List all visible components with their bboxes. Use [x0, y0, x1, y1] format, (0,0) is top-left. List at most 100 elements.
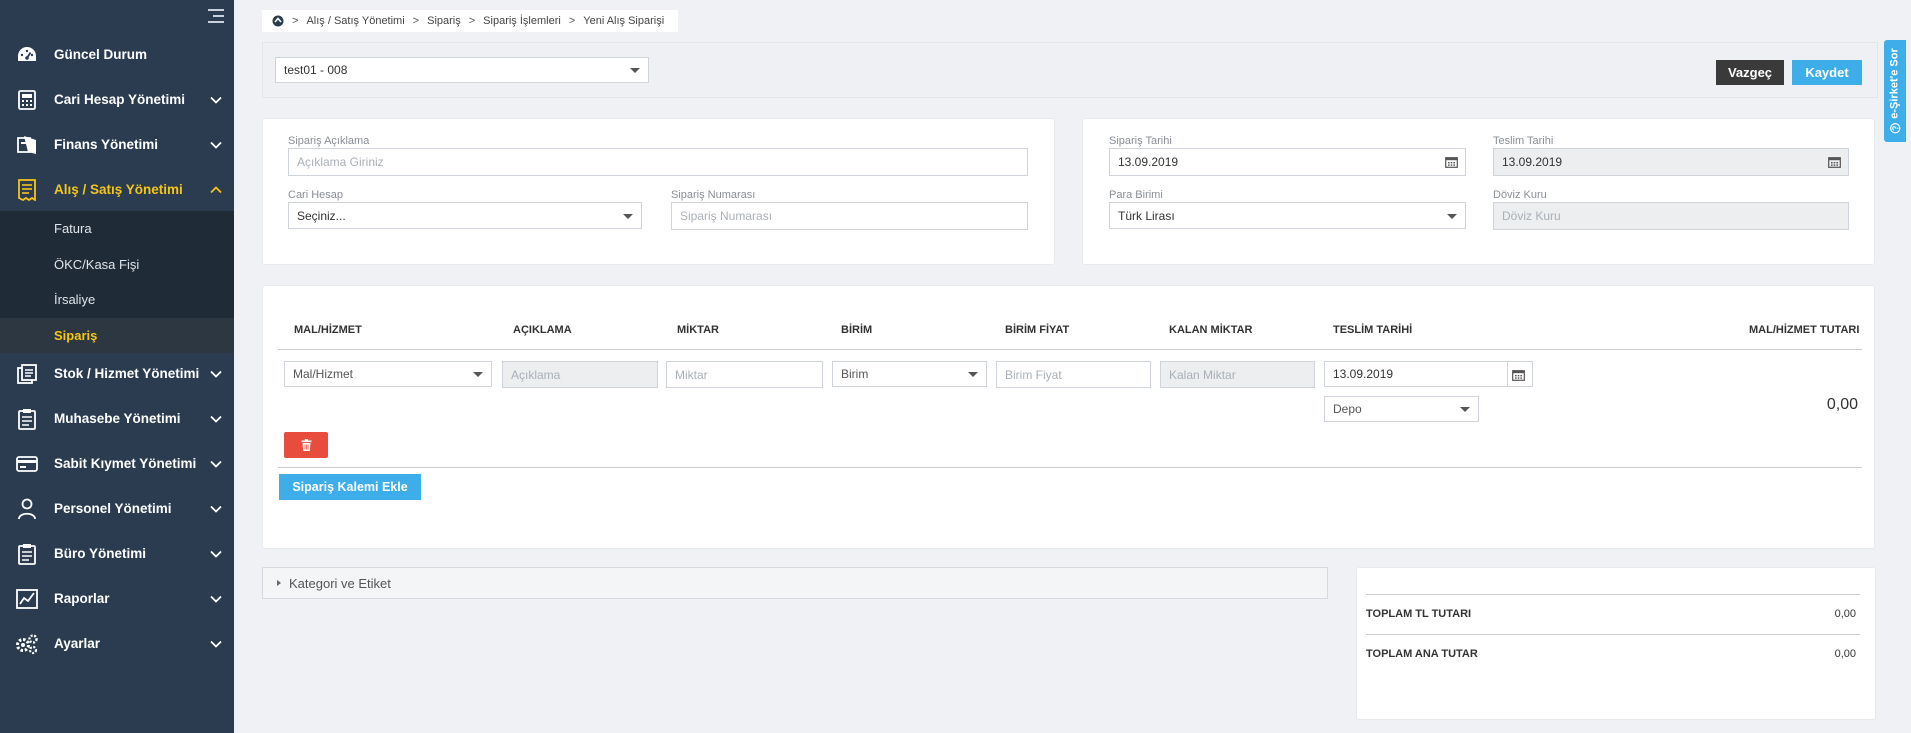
sidebar-subitem-irsaliye[interactable]: İrsaliye	[0, 282, 234, 318]
unit-select-value: Birim	[841, 367, 869, 381]
company-select-value: test01 - 008	[284, 63, 348, 77]
save-button[interactable]: Kaydet	[1792, 60, 1862, 85]
sidebar-item-sabit-kiymet[interactable]: Sabit Kıymet Yönetimi	[0, 441, 234, 486]
card-icon	[15, 452, 39, 476]
sidebar-item-label: Personel Yönetimi	[54, 501, 172, 516]
delete-item-button[interactable]	[284, 432, 328, 458]
item-delivery-date-input[interactable]: 13.09.2019	[1324, 361, 1533, 387]
order-number-input[interactable]: Sipariş Numarası	[671, 202, 1028, 230]
sidebar-item-buro[interactable]: Büro Yönetimi	[0, 531, 234, 576]
column-header-product: MAL/HİZMET	[294, 324, 362, 336]
sidebar-item-muhasebe[interactable]: Muhasebe Yönetimi	[0, 396, 234, 441]
category-tags-label: Kategori ve Etiket	[289, 575, 391, 591]
account-select[interactable]: Seçiniz...	[288, 202, 642, 229]
caret-down-icon	[968, 372, 978, 377]
total-main-label: TOPLAM ANA TUTAR	[1366, 648, 1478, 660]
chevron-down-icon	[210, 141, 222, 149]
ask-eshirket-tab[interactable]: e-Şirket'e Sor	[1884, 40, 1906, 142]
exchange-rate-label: Döviz Kuru	[1493, 189, 1547, 201]
column-header-unit-price: BİRİM FİYAT	[1005, 324, 1070, 336]
caret-down-icon	[630, 68, 640, 73]
calendar-icon[interactable]	[1445, 156, 1458, 168]
item-total-value: 0,00	[1826, 396, 1858, 413]
finance-icon	[15, 133, 39, 157]
caret-down-icon	[1460, 407, 1470, 412]
sidebar-subitem-okc-kasa-fisi[interactable]: ÖKC/Kasa Fişi	[0, 247, 234, 283]
chevron-down-icon	[210, 460, 222, 468]
order-dates-panel	[1082, 118, 1875, 265]
add-order-item-button[interactable]: Sipariş Kalemi Ekle	[279, 474, 421, 500]
sidebar-item-label: Raporlar	[54, 591, 110, 606]
remaining-quantity-input[interactable]: Kalan Miktar	[1160, 361, 1315, 388]
exchange-rate-input[interactable]: Döviz Kuru	[1493, 202, 1849, 230]
sidebar-subitem-fatura[interactable]: Fatura	[0, 211, 234, 247]
sidebar-item-alis-satis[interactable]: Alış / Satış Yönetimi	[0, 167, 234, 212]
table-header-divider	[278, 349, 1862, 350]
ask-eshirket-label: e-Şirket'e Sor	[1889, 48, 1902, 119]
order-date-value: 13.09.2019	[1118, 155, 1179, 169]
sidebar-item-label: Güncel Durum	[54, 47, 148, 62]
delivery-date-value: 13.09.2019	[1502, 155, 1563, 169]
caret-right-icon	[277, 580, 281, 586]
trash-icon	[301, 439, 311, 451]
stock-icon	[15, 362, 39, 386]
home-icon[interactable]	[272, 15, 284, 27]
sidebar-item-guncel-durum[interactable]: Güncel Durum	[0, 32, 234, 77]
input-divider	[1507, 362, 1508, 386]
sidebar-item-label: Cari Hesap Yönetimi	[54, 92, 186, 107]
column-header-quantity: MİKTAR	[677, 324, 719, 336]
menu-collapse-icon[interactable]	[208, 9, 224, 23]
sidebar-item-finans[interactable]: Finans Yönetimi	[0, 122, 234, 167]
sidebar-item-ayarlar[interactable]: Ayarlar	[0, 621, 234, 666]
caret-down-icon	[623, 213, 633, 219]
cancel-button[interactable]: Vazgeç	[1716, 60, 1784, 85]
order-date-input[interactable]: 13.09.2019	[1109, 148, 1466, 176]
chart-icon	[15, 587, 39, 611]
sidebar-item-label: Ayarlar	[54, 636, 101, 651]
sidebar-item-label: Sabit Kıymet Yönetimi	[54, 456, 197, 471]
table-footer-divider	[278, 467, 1862, 468]
total-tl-value: 0,00	[1834, 608, 1856, 620]
calendar-icon[interactable]	[1512, 369, 1525, 381]
item-description-input[interactable]: Açıklama	[502, 361, 658, 388]
currency-select[interactable]: Türk Lirası	[1109, 202, 1466, 229]
product-select[interactable]: Mal/Hizmet	[284, 361, 492, 387]
chevron-down-icon	[210, 370, 222, 378]
chevron-down-icon	[210, 415, 222, 423]
quantity-input[interactable]: Miktar	[666, 361, 823, 388]
breadcrumb: > Alış / Satış Yönetimi > Sipariş > Sipa…	[262, 10, 679, 32]
sidebar-item-label: Muhasebe Yönetimi	[54, 411, 181, 426]
sidebar-item-raporlar[interactable]: Raporlar	[0, 576, 234, 621]
sidebar-item-label: Büro Yönetimi	[54, 546, 147, 561]
breadcrumb-item[interactable]: Sipariş	[427, 15, 461, 27]
total-tl-label: TOPLAM TL TUTARI	[1366, 608, 1472, 620]
breadcrumb-item[interactable]: Alış / Satış Yönetimi	[306, 15, 404, 27]
sidebar-item-cari-hesap[interactable]: Cari Hesap Yönetimi	[0, 77, 234, 122]
breadcrumb-item[interactable]: Sipariş İşlemleri	[483, 15, 561, 27]
product-select-value: Mal/Hizmet	[293, 367, 354, 381]
chevron-down-icon	[210, 505, 222, 513]
order-description-input[interactable]: Açıklama Giriniz	[288, 148, 1028, 176]
breadcrumb-current: Yeni Alış Siparişi	[583, 15, 665, 27]
company-select[interactable]: test01 - 008	[275, 57, 649, 83]
chevron-right-icon: >	[292, 15, 299, 27]
total-main-value: 0,00	[1834, 648, 1856, 660]
calendar-icon[interactable]	[1828, 156, 1841, 168]
column-header-remaining-quantity: KALAN MİKTAR	[1169, 324, 1253, 336]
warehouse-select[interactable]: Depo	[1324, 396, 1479, 422]
warehouse-select-value: Depo	[1333, 402, 1362, 416]
totals-panel	[1356, 567, 1876, 720]
sidebar-item-stok-hizmet[interactable]: Stok / Hizmet Yönetimi	[0, 351, 234, 396]
category-tags-toggle[interactable]: Kategori ve Etiket	[262, 567, 1328, 599]
delivery-date-input[interactable]: 13.09.2019	[1493, 148, 1849, 176]
order-number-label: Sipariş Numarası	[671, 189, 756, 201]
chevron-right-icon: >	[568, 15, 576, 27]
sidebar-item-personel[interactable]: Personel Yönetimi	[0, 486, 234, 531]
unit-select[interactable]: Birim	[832, 361, 987, 387]
sidebar-subitem-siparis[interactable]: Sipariş	[0, 317, 234, 353]
unit-price-input[interactable]: Birim Fiyat	[996, 361, 1151, 388]
account-select-value: Seçiniz...	[297, 208, 346, 223]
currency-label: Para Birimi	[1109, 189, 1163, 201]
total-main-row: TOPLAM ANA TUTAR 0,00	[1366, 648, 1856, 660]
column-header-total: MAL/HİZMET TUTARI	[1749, 324, 1860, 336]
